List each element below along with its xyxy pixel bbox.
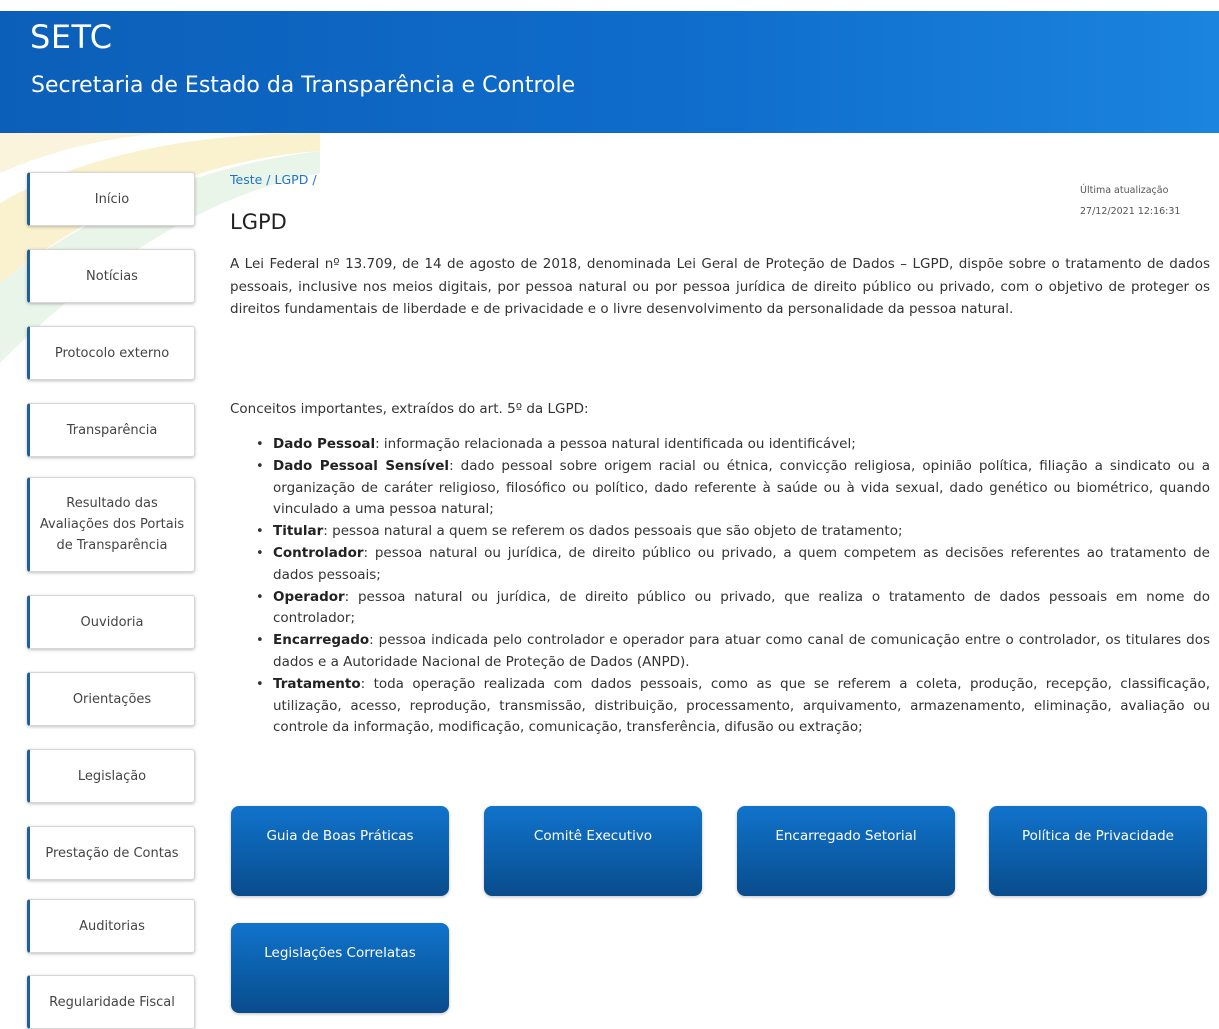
last-update: Última atualização 27/12/2021 12:16:31 bbox=[1080, 180, 1210, 222]
concept-definition: : informação relacionada a pessoa natura… bbox=[375, 436, 856, 452]
bullet-icon: • bbox=[256, 676, 264, 692]
sidebar-item-noticias[interactable]: Notícias bbox=[27, 249, 195, 303]
page-title: LGPD bbox=[230, 210, 287, 234]
concepts-label: Conceitos importantes, extraídos do art.… bbox=[230, 401, 589, 417]
breadcrumb-link-teste[interactable]: Teste bbox=[230, 172, 262, 187]
bullet-icon: • bbox=[256, 545, 264, 561]
list-item: • Dado Pessoal Sensível: dado pessoal sob… bbox=[255, 456, 1210, 521]
sidebar-item-auditorias[interactable]: Auditorias bbox=[27, 899, 195, 953]
tile-legislacoes-correlatas[interactable]: Legislações Correlatas bbox=[231, 923, 449, 1013]
concept-term: Dado Pessoal bbox=[273, 436, 376, 452]
bullet-icon: • bbox=[256, 589, 264, 605]
sidebar-item-ouvidoria[interactable]: Ouvidoria bbox=[27, 595, 195, 649]
breadcrumb-separator: / bbox=[312, 172, 317, 187]
concept-definition: : pessoa indicada pelo controlador e ope… bbox=[273, 632, 1210, 670]
intro-paragraph: A Lei Federal nº 13.709, de 14 de agosto… bbox=[230, 256, 1210, 317]
list-item: • Encarregado: pessoa indicada pelo contr… bbox=[255, 630, 1210, 674]
sidebar-item-inicio[interactable]: Início bbox=[27, 172, 195, 226]
sidebar-item-legislacao[interactable]: Legislação bbox=[27, 749, 195, 803]
concept-term: Controlador bbox=[273, 544, 364, 561]
sidebar-item-protocolo-externo[interactable]: Protocolo externo bbox=[27, 326, 195, 380]
breadcrumb-link-lgpd[interactable]: LGPD bbox=[275, 172, 309, 187]
sidebar-item-orientacoes[interactable]: Orientações bbox=[27, 672, 195, 726]
list-item: • Titular: pessoa natural a quem se refer… bbox=[255, 521, 1210, 543]
site-header: SETC Secretaria de Estado da Transparênc… bbox=[0, 11, 1219, 133]
last-update-label: Última atualização bbox=[1080, 185, 1169, 196]
sidebar-item-transparencia[interactable]: Transparência bbox=[27, 403, 195, 457]
last-update-value: 27/12/2021 12:16:31 bbox=[1080, 206, 1181, 217]
list-item: • Operador: pessoa natural ou jurídica, d… bbox=[255, 587, 1210, 631]
site-subtitle: Secretaria de Estado da Transparência e … bbox=[31, 73, 576, 98]
top-band bbox=[0, 0, 1219, 11]
list-item: • Dado Pessoal: informação relacionada a … bbox=[255, 434, 1210, 456]
concept-term: Dado Pessoal Sensível bbox=[273, 457, 450, 474]
bullet-icon: • bbox=[256, 524, 264, 540]
concept-term: Tratamento bbox=[273, 675, 361, 692]
tile-guia-de-boas-praticas[interactable]: Guia de Boas Práticas bbox=[231, 806, 449, 896]
concept-term: Encarregado bbox=[273, 632, 370, 649]
concepts-list: • Dado Pessoal: informação relacionada a … bbox=[255, 434, 1210, 739]
breadcrumb-separator: / bbox=[266, 172, 271, 187]
concept-definition: : pessoa natural a quem se referem os da… bbox=[323, 523, 903, 540]
tile-politica-de-privacidade[interactable]: Política de Privacidade bbox=[989, 806, 1207, 896]
concept-definition: : toda operação realizada com dados pess… bbox=[273, 675, 1210, 736]
site-brand[interactable]: SETC bbox=[30, 18, 113, 56]
bullet-icon: • bbox=[256, 633, 264, 649]
concept-term: Operador bbox=[273, 588, 345, 605]
list-item: • Tratamento: toda operação realizada com… bbox=[255, 674, 1210, 739]
concept-term: Titular bbox=[273, 523, 324, 540]
list-item: • Controlador: pessoa natural ou jurídica… bbox=[255, 543, 1210, 587]
sidebar-item-prestacao-de-contas[interactable]: Prestação de Contas bbox=[27, 826, 195, 880]
sidebar-item-regularidade-fiscal[interactable]: Regularidade Fiscal bbox=[27, 975, 195, 1029]
tile-encarregado-setorial[interactable]: Encarregado Setorial bbox=[737, 806, 955, 896]
tile-comite-executivo[interactable]: Comitê Executivo bbox=[484, 806, 702, 896]
bullet-icon: • bbox=[256, 437, 264, 452]
breadcrumb: Teste / LGPD / bbox=[230, 172, 317, 187]
concept-definition: : pessoa natural ou jurídica, de direito… bbox=[273, 588, 1210, 627]
sidebar-item-resultado-avaliacoes[interactable]: Resultado das Avaliações dos Portais de … bbox=[27, 477, 195, 572]
concept-definition: : pessoa natural ou jurídica, de direito… bbox=[273, 544, 1210, 583]
bullet-icon: • bbox=[256, 458, 264, 474]
